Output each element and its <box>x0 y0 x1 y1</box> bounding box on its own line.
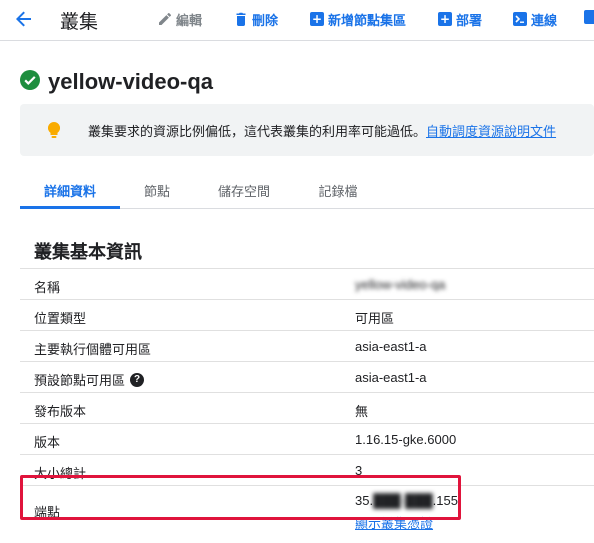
deploy-label: 部署 <box>456 12 483 28</box>
cluster-header: yellow-video-qa <box>20 69 213 95</box>
check-circle-icon <box>20 69 40 95</box>
autoscaling-docs-link[interactable]: 自動調度資源說明文件 <box>426 124 556 139</box>
terminal-icon <box>512 11 528 27</box>
add-node-pool-label: 新增節點集區 <box>328 12 407 28</box>
delete-label: 刪除 <box>252 12 279 28</box>
row-key: 名稱 <box>34 280 61 295</box>
notice-message: 叢集要求的資源比例偏低，這代表叢集的利用率可能過低。自動調度資源說明文件 <box>88 124 557 139</box>
row-key: 版本 <box>34 435 61 450</box>
tab-logs[interactable]: 記錄檔 <box>294 172 382 208</box>
connect-label: 連線 <box>531 12 558 28</box>
overflow-button[interactable] <box>584 10 594 24</box>
row-key: 發布版本 <box>34 404 87 419</box>
delete-button[interactable]: 刪除 <box>233 10 278 28</box>
lightbulb-icon <box>47 121 61 143</box>
row-key: 位置類型 <box>34 311 87 326</box>
tab-bar: 詳細資料 節點 儲存空間 記錄檔 <box>20 172 594 209</box>
table-row: 主要執行個體可用區 asia-east1-a <box>20 331 594 362</box>
add-node-pool-button[interactable]: + 新增節點集區 <box>309 10 406 28</box>
table-row: 預設節點可用區? asia-east1-a <box>20 362 594 393</box>
row-value: asia-east1-a <box>355 339 427 354</box>
row-key-with-help: 預設節點可用區? <box>34 370 145 389</box>
edit-button[interactable]: 編輯 <box>157 10 202 28</box>
tab-storage[interactable]: 儲存空間 <box>194 172 294 208</box>
connect-button[interactable]: 連線 <box>512 10 557 28</box>
row-value: yellow-video-qa <box>355 277 446 292</box>
back-arrow-icon[interactable] <box>12 7 36 31</box>
row-value: 1.16.15-gke.6000 <box>355 432 457 447</box>
row-value: 無 <box>355 404 369 419</box>
table-row: 發布版本 無 <box>20 393 594 424</box>
add-box-icon: + <box>438 12 452 26</box>
row-key: 主要執行個體可用區 <box>34 342 152 357</box>
edit-label: 編輯 <box>176 12 203 28</box>
utilization-notice: 叢集要求的資源比例偏低，這代表叢集的利用率可能過低。自動調度資源說明文件 <box>20 104 594 156</box>
cluster-name: yellow-video-qa <box>48 69 214 94</box>
deploy-button[interactable]: + 部署 <box>437 10 482 28</box>
help-icon[interactable]: ? <box>130 372 145 387</box>
table-row: 名稱 yellow-video-qa <box>20 268 594 300</box>
pencil-icon <box>157 11 173 27</box>
section-title: 叢集基本資訊 <box>34 242 142 262</box>
tab-details[interactable]: 詳細資料 <box>20 172 120 209</box>
top-toolbar: 叢集 編輯 刪除 + 新增節點集區 + 部署 連線 <box>0 0 594 41</box>
add-box-icon: + <box>310 12 324 26</box>
row-value: asia-east1-a <box>355 370 427 385</box>
tab-nodes[interactable]: 節點 <box>120 172 194 208</box>
table-row: 位置類型 可用區 <box>20 300 594 331</box>
table-row: 版本 1.16.15-gke.6000 <box>20 424 594 455</box>
trash-icon <box>233 11 249 27</box>
page-title: 叢集 <box>60 12 99 33</box>
row-value: 可用區 <box>355 311 395 326</box>
highlight-box <box>20 475 461 520</box>
